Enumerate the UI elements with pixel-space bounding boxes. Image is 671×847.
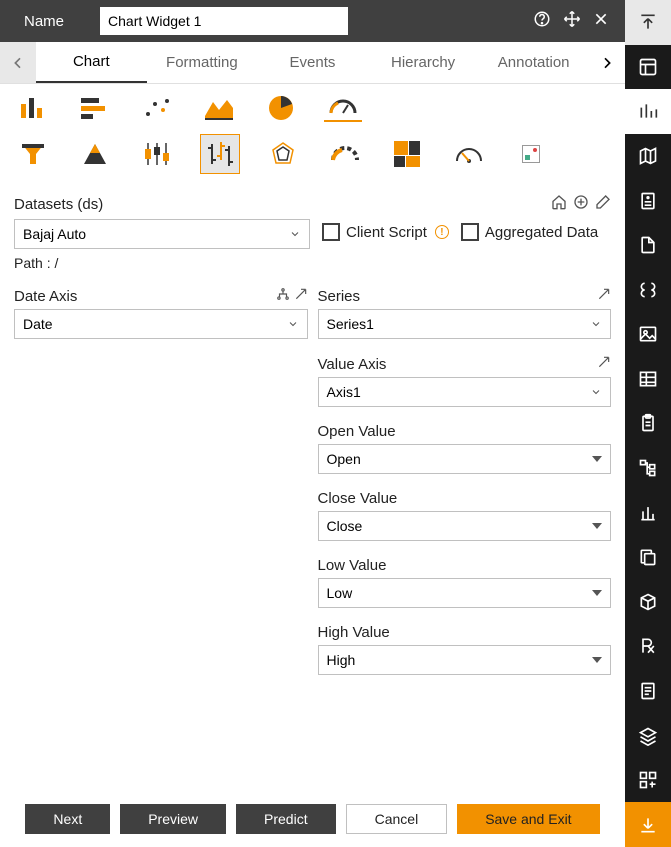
path-label: Path : /	[14, 255, 611, 271]
rail-prescription-icon[interactable]	[625, 624, 671, 669]
value-axis-select[interactable]: Axis1	[318, 377, 612, 407]
save-and-exit-button[interactable]: Save and Exit	[457, 804, 599, 834]
rail-clipboard-icon[interactable]	[625, 401, 671, 446]
tab-annotation[interactable]: Annotation	[478, 42, 589, 83]
rail-tree-icon[interactable]	[625, 446, 671, 491]
close-value-select[interactable]: Close	[318, 511, 612, 541]
chart-pie-icon[interactable]	[262, 94, 300, 122]
low-value-select[interactable]: Low	[318, 578, 612, 608]
rail-grid-icon[interactable]	[625, 758, 671, 803]
rail-chart-icon[interactable]	[625, 89, 671, 134]
chart-treemap-icon[interactable]	[388, 140, 426, 168]
rail-form-icon[interactable]	[625, 178, 671, 223]
value-axis-label: Value Axis	[318, 356, 387, 373]
chart-image-placeholder-icon[interactable]	[512, 140, 550, 168]
next-button[interactable]: Next	[25, 804, 110, 834]
arrow-icon[interactable]	[597, 287, 611, 305]
rail-report-icon[interactable]	[625, 669, 671, 714]
chart-funnel-icon[interactable]	[14, 140, 52, 168]
rail-dashboard-icon[interactable]	[625, 45, 671, 90]
warning-icon: !	[435, 225, 449, 239]
dataset-select[interactable]: Bajaj Auto	[14, 219, 310, 249]
rail-document-icon[interactable]	[625, 223, 671, 268]
chart-scatter-icon[interactable]	[138, 94, 176, 122]
chart-area-icon[interactable]	[200, 94, 238, 122]
rail-collapse-icon[interactable]	[625, 0, 671, 45]
client-script-checkbox[interactable]: Client Script !	[322, 223, 449, 241]
high-value-select[interactable]: High	[318, 645, 612, 675]
name-label: Name	[24, 13, 64, 30]
series-label: Series	[318, 288, 361, 305]
rail-layers-icon[interactable]	[625, 713, 671, 758]
tab-hierarchy[interactable]: Hierarchy	[368, 42, 479, 83]
open-value-select[interactable]: Open	[318, 444, 612, 474]
rail-download-icon[interactable]	[625, 802, 671, 847]
date-axis-label: Date Axis	[14, 288, 77, 305]
chart-radar-icon[interactable]	[264, 140, 302, 168]
edit-icon[interactable]	[595, 194, 611, 215]
rail-map-icon[interactable]	[625, 134, 671, 179]
chart-bar-icon[interactable]	[76, 94, 114, 122]
chart-type-gallery	[0, 84, 625, 192]
widget-name-input[interactable]	[100, 7, 348, 35]
rail-copy-icon[interactable]	[625, 535, 671, 580]
cancel-button[interactable]: Cancel	[346, 804, 448, 834]
close-icon[interactable]	[593, 11, 609, 32]
dataset-value: Bajaj Auto	[23, 226, 86, 242]
chart-candlestick-icon[interactable]	[138, 140, 176, 168]
tab-formatting[interactable]: Formatting	[147, 42, 258, 83]
predict-button[interactable]: Predict	[236, 804, 336, 834]
aggregated-data-checkbox[interactable]: Aggregated Data	[461, 223, 598, 241]
close-value-label: Close Value	[318, 490, 398, 507]
rail-code-icon[interactable]	[625, 267, 671, 312]
tabs-scroll-left[interactable]	[0, 42, 36, 83]
rail-image-icon[interactable]	[625, 312, 671, 357]
low-value-label: Low Value	[318, 557, 387, 574]
chart-gauge-icon[interactable]	[324, 94, 362, 122]
chart-ohlc-icon[interactable]	[200, 134, 240, 174]
tab-chart[interactable]: Chart	[36, 42, 147, 83]
arrow-icon[interactable]	[294, 287, 308, 305]
chart-pyramid-icon[interactable]	[76, 140, 114, 168]
preview-button[interactable]: Preview	[120, 804, 226, 834]
chart-column-icon[interactable]	[14, 94, 52, 122]
add-icon[interactable]	[573, 194, 589, 215]
date-axis-select[interactable]: Date	[14, 309, 308, 339]
rail-analytics-icon[interactable]	[625, 490, 671, 535]
right-rail	[625, 0, 671, 847]
datasets-label: Datasets (ds)	[14, 196, 103, 213]
high-value-label: High Value	[318, 624, 390, 641]
open-value-label: Open Value	[318, 423, 396, 440]
help-icon[interactable]	[533, 10, 551, 33]
tab-events[interactable]: Events	[257, 42, 368, 83]
move-icon[interactable]	[563, 10, 581, 33]
arrow-icon[interactable]	[597, 355, 611, 373]
hierarchy-icon[interactable]	[276, 287, 290, 305]
rail-table-icon[interactable]	[625, 357, 671, 402]
series-select[interactable]: Series1	[318, 309, 612, 339]
tabs-scroll-right[interactable]	[589, 42, 625, 83]
home-icon[interactable]	[551, 194, 567, 215]
chart-speedometer-icon[interactable]	[450, 140, 488, 168]
chart-semi-gauge-icon[interactable]	[326, 140, 364, 168]
tabs-bar: Chart Formatting Events Hierarchy Annota…	[0, 42, 625, 84]
rail-package-icon[interactable]	[625, 580, 671, 625]
